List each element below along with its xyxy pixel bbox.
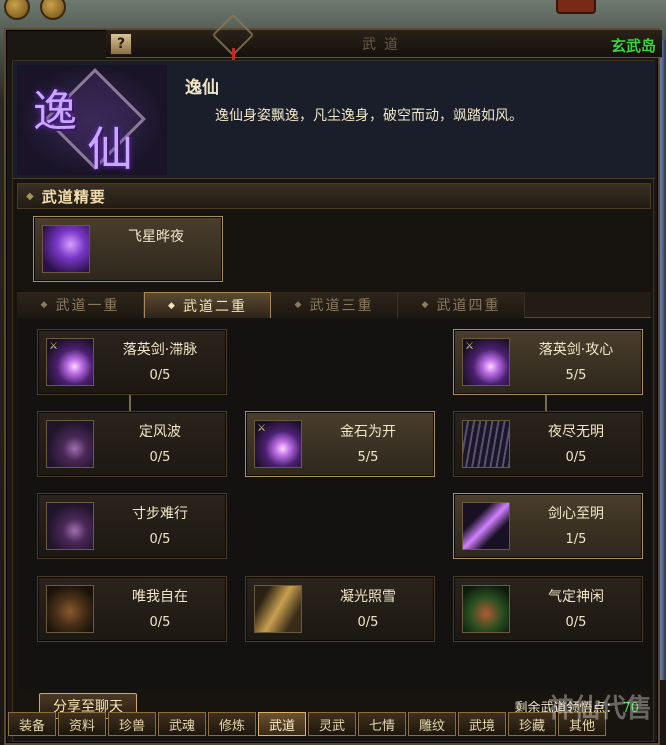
skill-name: 凝光照雪 [340, 589, 396, 605]
watermark: 神仙代售 [548, 694, 653, 724]
round-menu-button[interactable] [40, 0, 66, 20]
class-header: 逸 仙 逸仙 逸仙身姿飘逸，凡尘逸身，破空而动，飒踏如风。 [13, 61, 655, 179]
sword-mark-icon: ⚔ [257, 423, 266, 434]
class-description: 逸仙身姿飘逸，凡尘逸身，破空而动，飒踏如风。 [215, 108, 523, 124]
skill-level: 5/5 [357, 450, 379, 465]
tab-tier-1[interactable]: ◆ 武道一重 [17, 292, 144, 318]
skill-card[interactable]: 剑心至明 1/5 [453, 493, 643, 559]
skill-level: 1/5 [565, 532, 587, 547]
skill-level: 0/5 [149, 368, 171, 383]
help-button[interactable]: ? [110, 33, 132, 55]
round-menu-button[interactable] [4, 0, 30, 20]
skill-name: 夜尽无明 [548, 424, 604, 440]
skill-name: 落英剑·攻心 [538, 342, 614, 358]
gold-icon [254, 585, 302, 633]
class-name: 逸仙 [185, 78, 219, 98]
tab-cultivation[interactable]: 修炼 [208, 712, 256, 736]
skill-name: 寸步难行 [132, 506, 188, 522]
tab-engraving[interactable]: 雕纹 [408, 712, 456, 736]
tree-connector [545, 395, 547, 411]
skill-card[interactable]: 定风波 0/5 [37, 411, 227, 477]
class-emblem: 逸 仙 [17, 65, 167, 175]
tab-martial-soul[interactable]: 武魂 [158, 712, 206, 736]
tab-label: 武道四重 [436, 298, 501, 314]
essence-section-header: ◆ 武道精要 [17, 183, 651, 209]
sword-mark-icon: ⚔ [49, 341, 58, 352]
skill-card[interactable]: 唯我自在 0/5 [37, 576, 227, 642]
green-icon [462, 585, 510, 633]
skill-name: 落英剑·滞脉 [122, 342, 198, 358]
top-left-buttons [0, 0, 80, 20]
skill-card[interactable]: 寸步难行 0/5 [37, 493, 227, 559]
tab-emotions[interactable]: 七情 [358, 712, 406, 736]
diamond-bullet-icon: ◆ [168, 300, 177, 311]
diamond-bullet-icon: ◆ [294, 300, 304, 310]
skill-name: 定风波 [139, 424, 181, 440]
skill-card[interactable]: ⚔ 金石为开 5/5 [245, 411, 435, 477]
slash-icon [462, 502, 510, 550]
skill-card[interactable]: 气定神闲 0/5 [453, 576, 643, 642]
skill-level: 5/5 [565, 368, 587, 383]
tab-tier-4[interactable]: ◆ 武道四重 [398, 292, 525, 318]
skill-name: 剑心至明 [548, 506, 604, 522]
skill-level: 0/5 [357, 615, 379, 630]
purple-blade-icon: ⚔ [254, 420, 302, 468]
tab-label: 武道二重 [182, 298, 247, 315]
skill-level: 0/5 [565, 450, 587, 465]
skill-name: 气定神闲 [548, 589, 604, 605]
skill-name: 金石为开 [340, 424, 396, 440]
skill-name: 飞星晔夜 [128, 229, 184, 245]
monk-icon [46, 585, 94, 633]
tab-pets[interactable]: 珍兽 [108, 712, 156, 736]
tab-profile[interactable]: 资料 [58, 712, 106, 736]
skill-level: 0/5 [149, 532, 171, 547]
skill-card[interactable]: 凝光照雪 0/5 [245, 576, 435, 642]
window-title-bar[interactable]: 武道 玄武岛 [106, 30, 662, 58]
emblem-char-2: 仙 [87, 122, 133, 175]
diamond-bullet-icon: ◆ [421, 300, 431, 310]
tab-equipment[interactable]: 装备 [8, 712, 56, 736]
skill-card[interactable]: ⚔ 落英剑·滞脉 0/5 [37, 329, 227, 395]
skill-name: 唯我自在 [132, 589, 188, 605]
rays-icon [462, 420, 510, 468]
tab-martial-realm[interactable]: 武境 [458, 712, 506, 736]
martial-dao-window: 武道 玄武岛 ? 逸 仙 逸仙 逸仙身姿飘逸，凡尘逸身，破空而动，飒踏如风。 ◆… [4, 13, 662, 745]
emblem-char-1: 逸 [33, 86, 77, 137]
sword-mark-icon: ⚔ [465, 341, 474, 352]
tree-connector [129, 395, 131, 411]
purple-blade-icon: ⚔ [462, 338, 510, 386]
diamond-bullet-icon: ◆ [26, 190, 34, 202]
window-content: 逸 仙 逸仙 逸仙身姿飘逸，凡尘逸身，破空而动，飒踏如风。 ◆ 武道精要 飞星晔… [12, 60, 655, 742]
purple-blade-icon: ⚔ [46, 338, 94, 386]
tab-label: 武道三重 [309, 298, 374, 314]
region-name: 玄武岛 [610, 37, 656, 55]
skill-level: 0/5 [149, 450, 171, 465]
skill-level: 0/5 [565, 615, 587, 630]
tab-martial-dao[interactable]: 武道 [258, 712, 306, 736]
tab-spirit-weapon[interactable]: 灵武 [308, 712, 356, 736]
dark-blade-icon [46, 420, 94, 468]
skill-card[interactable]: 夜尽无明 0/5 [453, 411, 643, 477]
top-right-icon[interactable] [556, 0, 596, 14]
ninja-icon [42, 225, 90, 273]
skill-level: 0/5 [149, 615, 171, 630]
skill-tree: ⚔ 落英剑·滞脉 0/5 定风波 0/5 寸步难行 0/5 唯我自在 0/5 ⚔ [17, 319, 651, 689]
skill-card[interactable]: ⚔ 落英剑·攻心 5/5 [453, 329, 643, 395]
tab-label: 武道一重 [55, 298, 120, 314]
window-title: 武道 [362, 36, 406, 53]
tab-tier-3[interactable]: ◆ 武道三重 [271, 292, 398, 318]
essence-skill-card[interactable]: 飞星晔夜 [33, 216, 223, 282]
section-label: 武道精要 [41, 187, 106, 206]
tab-tier-2[interactable]: ◆ 武道二重 [144, 292, 271, 318]
dark-blade-icon [46, 502, 94, 550]
diamond-bullet-icon: ◆ [40, 300, 50, 310]
tier-tabs: ◆ 武道一重 ◆ 武道二重 ◆ 武道三重 ◆ 武道四重 [17, 292, 651, 318]
